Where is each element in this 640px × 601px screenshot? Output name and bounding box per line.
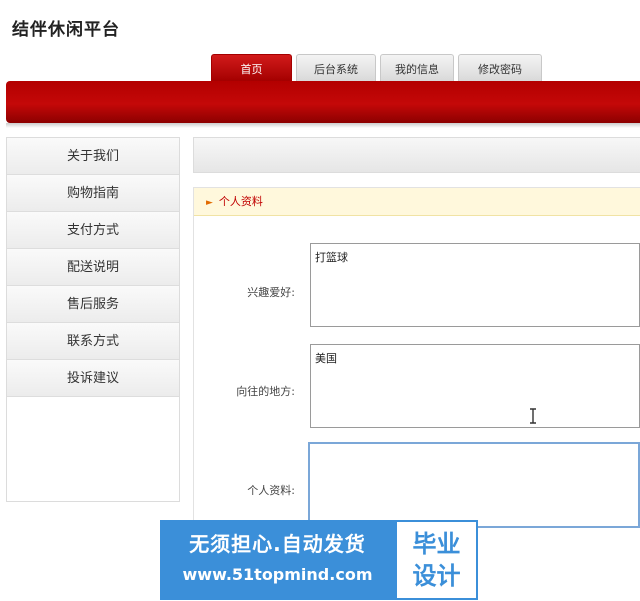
sidebar-item-complaints[interactable]: 投诉建议 — [7, 360, 179, 397]
tab-change-password[interactable]: 修改密码 — [458, 54, 542, 81]
sidebar-item-payment[interactable]: 支付方式 — [7, 212, 179, 249]
header-banner — [6, 81, 640, 123]
watermark-badge: 毕业 设计 — [395, 520, 478, 600]
sidebar-item-about-us[interactable]: 关于我们 — [7, 138, 179, 175]
watermark-text-block: 无须担心.自动发货 www.51topmind.com — [160, 520, 395, 600]
watermark-badge-top: 毕业 — [412, 530, 461, 558]
watermark-slogan: 无须担心.自动发货 — [189, 532, 366, 556]
watermark-badge-bottom: 设计 — [412, 562, 461, 590]
tab-my-info[interactable]: 我的信息 — [380, 54, 454, 81]
sidebar-item-shopping-guide[interactable]: 购物指南 — [7, 175, 179, 212]
text-cursor-icon — [530, 408, 536, 424]
sidebar-item-delivery[interactable]: 配送说明 — [7, 249, 179, 286]
header-banner-shadow — [6, 123, 640, 128]
watermark-banner: 无须担心.自动发货 www.51topmind.com 毕业 设计 — [160, 520, 478, 600]
profile-field[interactable] — [308, 442, 640, 528]
profile-label: 个人资料: — [247, 484, 295, 497]
sidebar-item-after-sales[interactable]: 售后服务 — [7, 286, 179, 323]
main-nav-tabs: 首页 后台系统 我的信息 修改密码 — [211, 54, 546, 81]
dream-place-label: 向往的地方: — [236, 385, 295, 398]
dream-place-field[interactable]: 美国 — [310, 344, 640, 428]
watermark-url: www.51topmind.com — [182, 565, 373, 584]
tab-admin-system[interactable]: 后台系统 — [296, 54, 376, 81]
hobbies-label: 兴趣爱好: — [247, 286, 295, 299]
hobbies-field[interactable]: 打篮球 — [310, 243, 640, 327]
tab-home[interactable]: 首页 — [211, 54, 292, 81]
site-title: 结伴休闲平台 — [12, 20, 120, 40]
sidebar: 关于我们 购物指南 支付方式 配送说明 售后服务 联系方式 投诉建议 — [6, 137, 180, 502]
panel-title: ► 个人资料 — [194, 188, 640, 216]
sidebar-item-contact[interactable]: 联系方式 — [7, 323, 179, 360]
triangle-right-icon: ► — [206, 198, 213, 208]
panel-title-text: 个人资料 — [218, 195, 263, 208]
content-header-bar — [193, 137, 640, 173]
